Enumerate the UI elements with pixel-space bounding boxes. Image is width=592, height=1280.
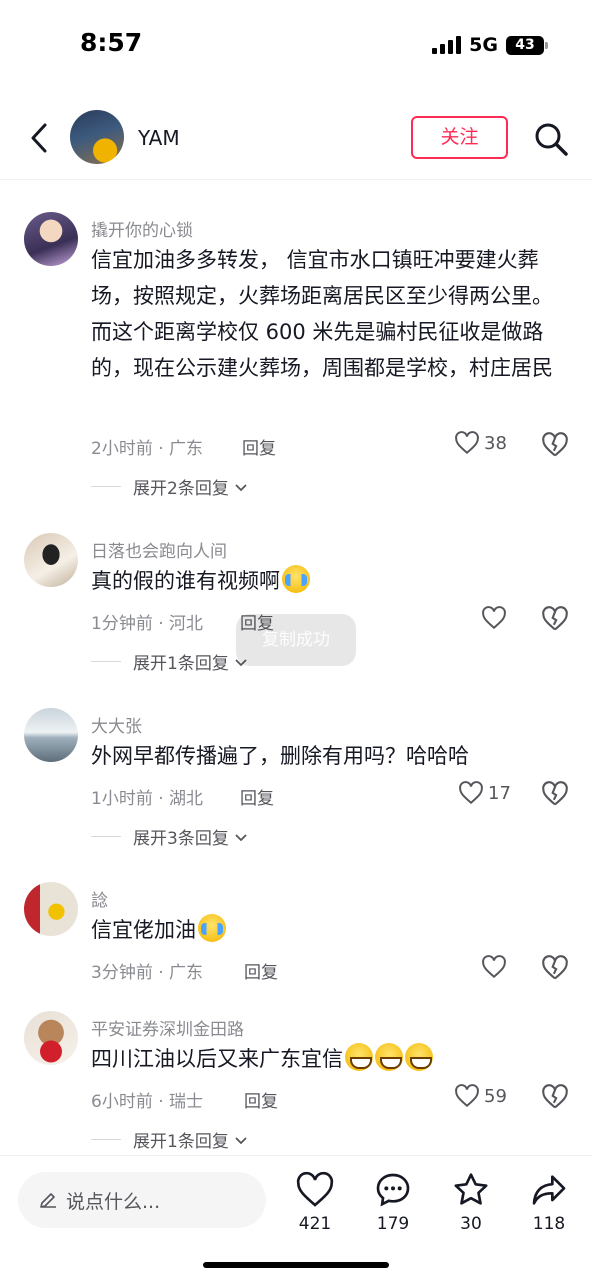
divider xyxy=(91,1139,121,1140)
comment-username[interactable]: 諗 xyxy=(91,886,108,911)
share-arrow-icon xyxy=(532,1175,566,1205)
comment-text-content: 真的假的谁有视频啊 xyxy=(91,569,280,593)
expand-replies-label: 展开1条回复 xyxy=(133,654,229,674)
comment-input-placeholder: 说点什么... xyxy=(66,1190,161,1213)
comment-avatar[interactable] xyxy=(24,882,78,936)
comment-bubble-icon xyxy=(376,1173,410,1207)
expand-replies-label: 展开1条回复 xyxy=(133,1132,229,1152)
heart-icon xyxy=(455,1084,479,1108)
back-icon[interactable] xyxy=(22,120,58,156)
comment-text[interactable]: 真的假的谁有视频啊 xyxy=(91,563,571,599)
comment-avatar[interactable] xyxy=(24,708,78,762)
heart-icon xyxy=(459,781,483,805)
expand-replies-label: 展开2条回复 xyxy=(133,479,229,499)
broken-heart-icon[interactable] xyxy=(541,605,569,633)
broken-heart-icon[interactable] xyxy=(541,431,569,459)
like-action[interactable]: 421 xyxy=(285,1170,345,1234)
grinning-emoji-icon xyxy=(405,1043,433,1071)
share-count: 118 xyxy=(532,1214,566,1234)
favorite-count: 30 xyxy=(460,1214,482,1234)
comment-username[interactable]: 平安证券深圳金田路 xyxy=(91,1015,244,1040)
copy-success-toast: 复制成功 xyxy=(236,614,356,666)
chevron-down-icon xyxy=(235,1136,247,1144)
comment-text-content: 信宜佬加油 xyxy=(91,918,196,942)
reply-button[interactable]: 回复 xyxy=(244,958,278,983)
comment-item: 平安证券深圳金田路 四川江油以后又来广东宜信 6小时前 · 瑞士 回复 59 展… xyxy=(0,1011,592,1152)
like-count: 38 xyxy=(484,432,507,454)
comment-text[interactable]: 信宜佬加油 xyxy=(91,912,571,948)
comment-text[interactable]: 四川江油以后又来广东宜信 xyxy=(91,1041,571,1077)
favorite-action[interactable]: 30 xyxy=(441,1170,501,1234)
chevron-down-icon xyxy=(235,483,247,491)
comment-item: 撬开你的心锁 信宜加油多多转发， 信宜市水口镇旺冲要建火葬场，按照规定，火葬场距… xyxy=(0,212,592,502)
reply-button[interactable]: 回复 xyxy=(242,434,276,459)
comment-username[interactable]: 撬开你的心锁 xyxy=(91,216,193,241)
reply-button[interactable]: 回复 xyxy=(240,784,274,809)
status-time: 8:57 xyxy=(80,28,143,57)
comment-meta: 2小时前 · 广东 xyxy=(91,439,204,459)
reply-button[interactable]: 回复 xyxy=(244,1087,278,1112)
home-indicator[interactable] xyxy=(203,1262,389,1268)
like-count: 421 xyxy=(298,1214,332,1234)
status-bar: 8:57 5G 43 xyxy=(0,0,592,90)
comment-meta: 1小时前 · 湖北 xyxy=(91,789,204,809)
follow-button[interactable]: 关注 xyxy=(411,116,508,159)
like-button[interactable] xyxy=(481,605,507,631)
expand-replies[interactable]: 展开3条回复 xyxy=(91,824,249,849)
comment-meta: 6小时前 · 瑞士 xyxy=(91,1092,204,1112)
star-icon xyxy=(454,1173,488,1205)
heart-icon xyxy=(482,955,506,979)
expand-replies[interactable]: 展开1条回复 xyxy=(91,649,249,674)
comment-username[interactable]: 日落也会跑向人间 xyxy=(91,537,227,562)
like-count: 59 xyxy=(484,1085,507,1107)
comment-action[interactable]: 179 xyxy=(363,1170,423,1234)
like-button[interactable] xyxy=(481,954,507,980)
comment-item: 諗 信宜佬加油 3分钟前 · 广东 回复 xyxy=(0,882,592,983)
expand-replies-label: 展开3条回复 xyxy=(133,829,229,849)
crying-laughing-emoji-icon xyxy=(282,565,310,593)
heart-icon xyxy=(296,1171,334,1207)
comment-avatar[interactable] xyxy=(24,1011,78,1065)
comment-meta: 1分钟前 · 河北 xyxy=(91,614,204,634)
like-button[interactable]: 17 xyxy=(458,780,511,806)
network-type: 5G xyxy=(469,34,498,56)
grinning-emoji-icon xyxy=(345,1043,373,1071)
comment-input[interactable]: 说点什么... xyxy=(18,1172,266,1228)
heart-icon xyxy=(482,606,506,630)
pencil-icon xyxy=(40,1193,56,1208)
broken-heart-icon[interactable] xyxy=(541,954,569,982)
heart-icon xyxy=(455,431,479,455)
like-count: 17 xyxy=(488,782,511,804)
comment-item: 大大张 外网早都传播遍了，删除有用吗？哈哈哈 1小时前 · 湖北 回复 17 展… xyxy=(0,708,592,849)
author-avatar[interactable] xyxy=(70,110,124,164)
crying-emoji-icon xyxy=(198,914,226,942)
grinning-emoji-icon xyxy=(375,1043,403,1071)
comment-count: 179 xyxy=(376,1214,410,1234)
comment-text[interactable]: 外网早都传播遍了，删除有用吗？哈哈哈 xyxy=(91,738,571,774)
battery-icon: 43 xyxy=(506,35,548,55)
comment-text[interactable]: 信宜加油多多转发， 信宜市水口镇旺冲要建火葬场，按照规定，火葬场距离居民区至少得… xyxy=(91,242,571,386)
header: YAM 关注 xyxy=(0,100,592,180)
expand-replies[interactable]: 展开2条回复 xyxy=(91,474,249,499)
author-name[interactable]: YAM xyxy=(138,126,180,150)
comment-text-content: 四川江油以后又来广东宜信 xyxy=(91,1047,343,1071)
chevron-down-icon xyxy=(235,833,247,841)
divider xyxy=(91,486,121,487)
comment-avatar[interactable] xyxy=(24,533,78,587)
divider xyxy=(91,661,121,662)
broken-heart-icon[interactable] xyxy=(541,780,569,808)
like-button[interactable]: 38 xyxy=(454,430,507,456)
share-action[interactable]: 118 xyxy=(519,1170,579,1234)
status-indicators: 5G 43 xyxy=(432,34,548,56)
like-button[interactable]: 59 xyxy=(454,1083,507,1109)
broken-heart-icon[interactable] xyxy=(541,1083,569,1111)
expand-replies[interactable]: 展开1条回复 xyxy=(91,1127,249,1152)
comment-username[interactable]: 大大张 xyxy=(91,712,142,737)
comment-meta: 3分钟前 · 广东 xyxy=(91,963,204,983)
comment-avatar[interactable] xyxy=(24,212,78,266)
search-icon[interactable] xyxy=(532,120,570,158)
signal-icon xyxy=(432,36,462,54)
divider xyxy=(91,836,121,837)
